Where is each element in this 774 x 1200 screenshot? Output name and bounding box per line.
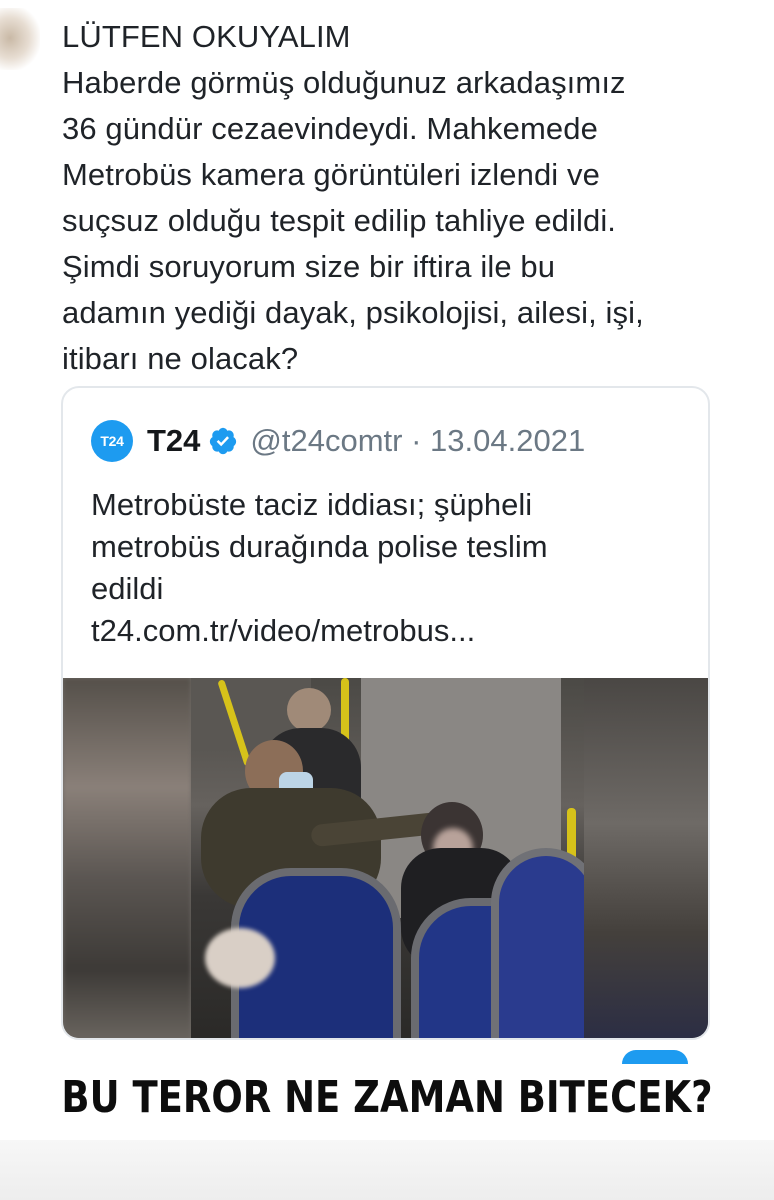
tweet-line: adamın yediği dayak, psikolojisi, ailesi… [62, 295, 644, 330]
handle-and-date[interactable]: @t24comtr · 13.04.2021 [250, 423, 585, 459]
video-blur-left [63, 678, 191, 1038]
bottom-gradient [0, 1140, 774, 1200]
logo-text: T24 [100, 433, 124, 449]
t24-logo-icon[interactable]: T24 [91, 420, 133, 462]
quoted-tweet-card[interactable]: T24 T24 @t24comtr · 13.04.2021 Metrobüst… [61, 386, 710, 1040]
quoted-link[interactable]: t24.com.tr/video/metrobus... [91, 610, 691, 652]
tweet-line: Metrobüs kamera görüntüleri izlendi ve [62, 157, 600, 192]
tweet-line: itibarı ne olacak? [62, 341, 299, 376]
tweet-line: 36 gündür cezaevindeydi. Mahkemede [62, 111, 598, 146]
quoted-tweet-text: Metrobüste taciz iddiası; şüpheli metrob… [91, 484, 691, 652]
tweet-line: suçsuz olduğu tespit edilip tahliye edil… [62, 203, 617, 238]
quoted-line: edildi [91, 571, 164, 606]
tweet-line: LÜTFEN OKUYALIM [62, 19, 351, 54]
quoted-line: metrobüs durağında polise teslim [91, 529, 548, 564]
story-screenshot: LÜTFEN OKUYALIM Haberde görmüş olduğunuz… [0, 0, 774, 1200]
video-thumbnail[interactable] [63, 678, 708, 1038]
tweet-line: Haberde görmüş olduğunuz arkadaşımız [62, 65, 626, 100]
avatar[interactable] [0, 8, 40, 70]
quoted-tweet-header: T24 T24 @t24comtr · 13.04.2021 [91, 418, 585, 464]
video-frame [191, 678, 584, 1038]
tweet-body: LÜTFEN OKUYALIM Haberde görmüş olduğunuz… [62, 14, 752, 382]
account-name[interactable]: T24 [147, 423, 200, 459]
verified-badge-icon [208, 426, 238, 456]
video-blur-right [584, 678, 708, 1038]
tweet-line: Şimdi soruyorum size bir iftira ile bu [62, 249, 556, 284]
story-caption: BU TEROR NE ZAMAN BITECEK? [61, 1071, 713, 1123]
bus-seat [491, 848, 584, 1038]
quoted-line: Metrobüste taciz iddiası; şüpheli [91, 487, 533, 522]
blurred-hand [205, 928, 275, 988]
background-person [287, 688, 331, 732]
